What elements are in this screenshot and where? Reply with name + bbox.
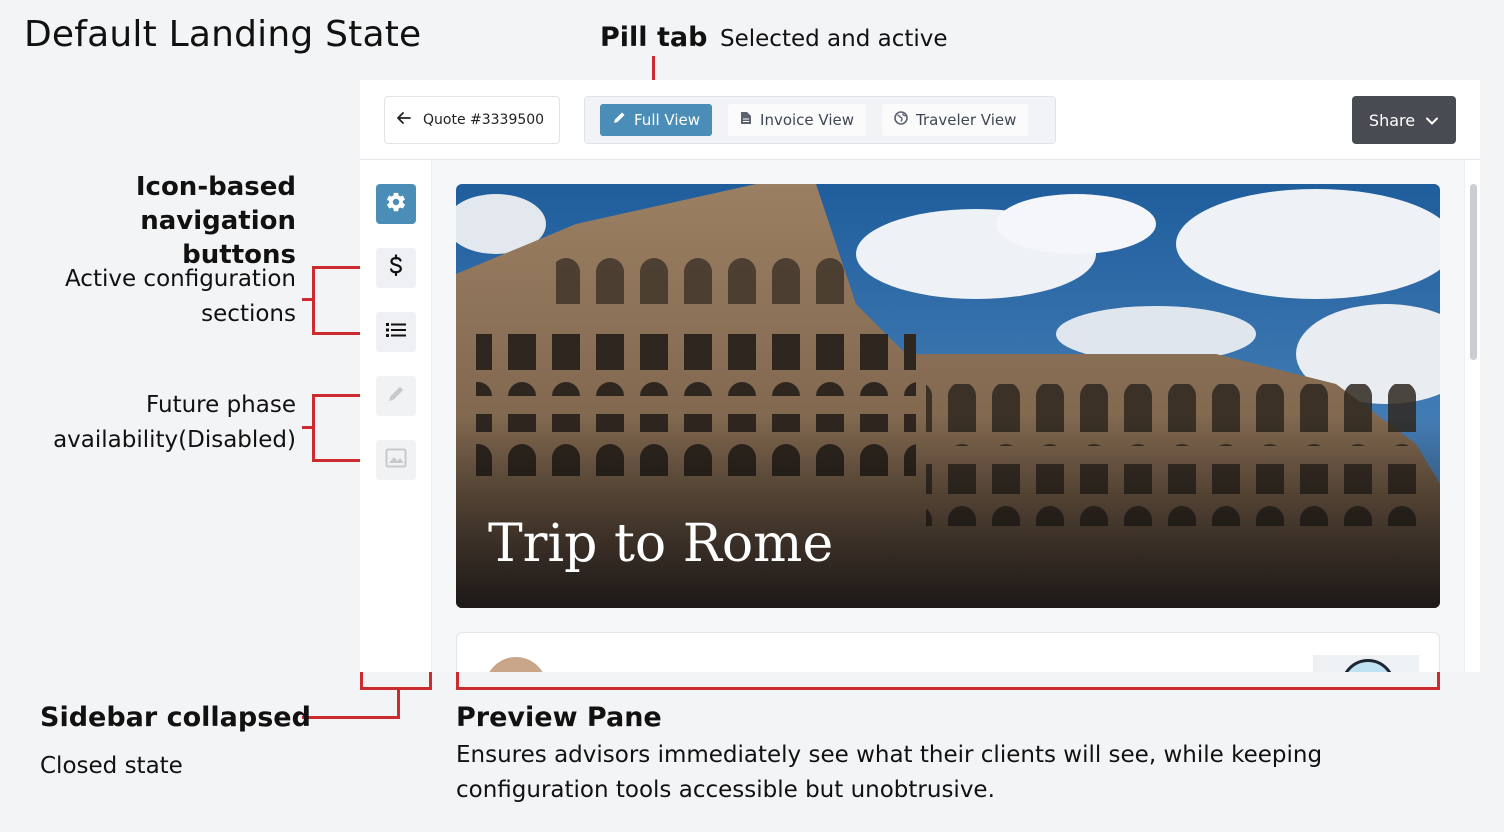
- advisor-card: [456, 632, 1440, 672]
- icon-nav-annotation: Icon-based navigation buttons: [20, 170, 296, 272]
- arrow-left-icon: [395, 109, 413, 131]
- share-button-label: Share: [1368, 110, 1416, 130]
- pill-tab-annotation-title: Pill tab: [600, 22, 708, 53]
- active-config-annotation: Active configuration sections: [20, 262, 296, 332]
- tab-traveler-view-label: Traveler View: [916, 111, 1017, 129]
- view-pill-tabs: Full View Invoice View Traveler View: [584, 96, 1056, 144]
- globe-logo-icon: [1341, 659, 1395, 672]
- sidebar-item-pricing[interactable]: [376, 248, 416, 288]
- sidebar-item-settings[interactable]: [376, 184, 416, 224]
- tab-invoice-view-label: Invoice View: [760, 111, 855, 129]
- dollar-icon: [386, 253, 406, 283]
- preview-annotation-title: Preview Pane: [456, 702, 662, 733]
- sidebar-item-edit-disabled: [376, 376, 416, 416]
- preview-annotation-line2: configuration tools accessible but unobt…: [456, 777, 995, 803]
- future-phase-annotation-line1: Future phase: [146, 392, 296, 418]
- globe-icon: [894, 111, 908, 129]
- future-phase-annotation: Future phase availability(Disabled): [20, 388, 296, 458]
- preview-pane: Trip to Rome: [432, 160, 1480, 672]
- agency-logo: [1313, 655, 1419, 672]
- sidebar-bracket-stem: [397, 687, 400, 719]
- collapsed-sidebar: [360, 160, 432, 672]
- sidebar-item-itinerary[interactable]: [376, 312, 416, 352]
- sidebar-bracket-leader: [302, 716, 400, 719]
- pill-tab-annotation: Pill tab Selected and active: [600, 22, 948, 53]
- preview-bracket-bottom: [456, 687, 1440, 690]
- icon-nav-annotation-line1: Icon-based: [135, 172, 296, 202]
- document-icon: [740, 111, 752, 129]
- hero-banner: Trip to Rome: [456, 184, 1440, 608]
- preview-annotation-line1: Ensures advisors immediately see what th…: [456, 742, 1323, 768]
- back-to-quote-button[interactable]: Quote #3339500: [384, 96, 560, 144]
- pill-tab-annotation-desc: Selected and active: [720, 26, 948, 52]
- list-icon: [385, 322, 407, 343]
- sidebar-annotation-title: Sidebar collapsed: [40, 702, 311, 733]
- tab-invoice-view[interactable]: Invoice View: [728, 104, 867, 136]
- pencil-icon: [612, 111, 626, 129]
- scrollbar-thumb[interactable]: [1470, 184, 1477, 360]
- sidebar-annotation-desc: Closed state: [40, 753, 183, 779]
- active-config-bracket: [312, 266, 315, 334]
- chevron-down-icon: [1425, 111, 1439, 130]
- active-config-annotation-line2: sections: [201, 301, 296, 327]
- tab-full-view-label: Full View: [634, 111, 701, 129]
- hero-title: Trip to Rome: [488, 514, 834, 574]
- quote-number-label: Quote #3339500: [423, 112, 545, 128]
- sidebar-item-media-disabled: [376, 440, 416, 480]
- preview-annotation-desc: Ensures advisors immediately see what th…: [456, 738, 1322, 808]
- top-bar: Quote #3339500 Full View Invoice View Tr…: [360, 80, 1480, 160]
- app-window: Quote #3339500 Full View Invoice View Tr…: [360, 80, 1480, 672]
- gear-icon: [385, 191, 407, 218]
- pencil-icon: [386, 384, 406, 409]
- scrollbar[interactable]: [1464, 160, 1480, 672]
- tab-traveler-view[interactable]: Traveler View: [882, 104, 1029, 136]
- active-config-annotation-line1: Active configuration: [64, 266, 296, 292]
- image-icon: [385, 448, 407, 473]
- future-bracket: [312, 394, 315, 462]
- avatar: [485, 657, 547, 672]
- sidebar-bracket-bottom: [360, 687, 432, 690]
- future-phase-annotation-line2: availability(Disabled): [53, 427, 296, 453]
- tab-full-view[interactable]: Full View: [600, 104, 713, 136]
- page-title: Default Landing State: [24, 14, 422, 55]
- share-button[interactable]: Share: [1352, 96, 1456, 144]
